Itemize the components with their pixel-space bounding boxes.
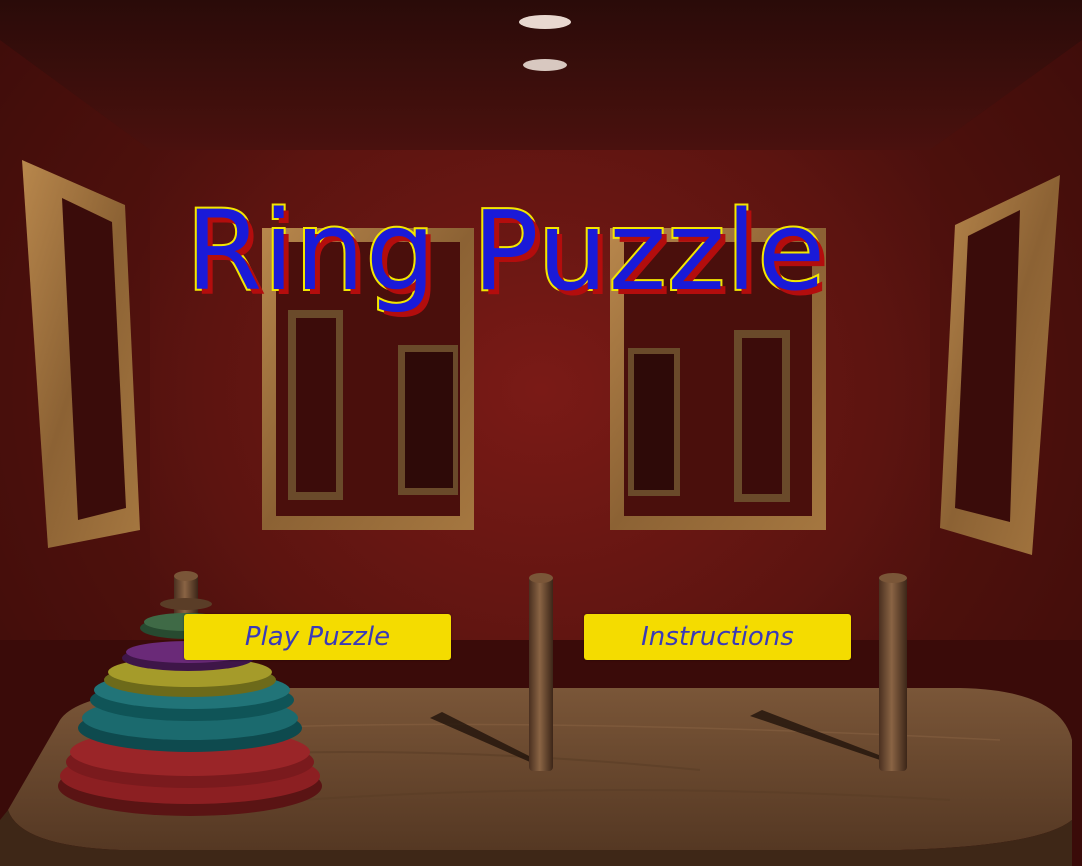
ceiling-light [523,59,567,71]
peg-middle [529,573,553,771]
game-title: Ring Puzzle [184,185,827,317]
room-background [0,0,1082,866]
play-puzzle-label: Play Puzzle [244,622,391,652]
instructions-label: Instructions [641,622,794,652]
peg-right [879,573,907,771]
game-scene: Ring Puzzle Play Puzzle Instructions [0,0,1082,866]
play-puzzle-button[interactable]: Play Puzzle [184,614,451,660]
instructions-button[interactable]: Instructions [584,614,851,660]
ceiling-light [519,15,571,29]
